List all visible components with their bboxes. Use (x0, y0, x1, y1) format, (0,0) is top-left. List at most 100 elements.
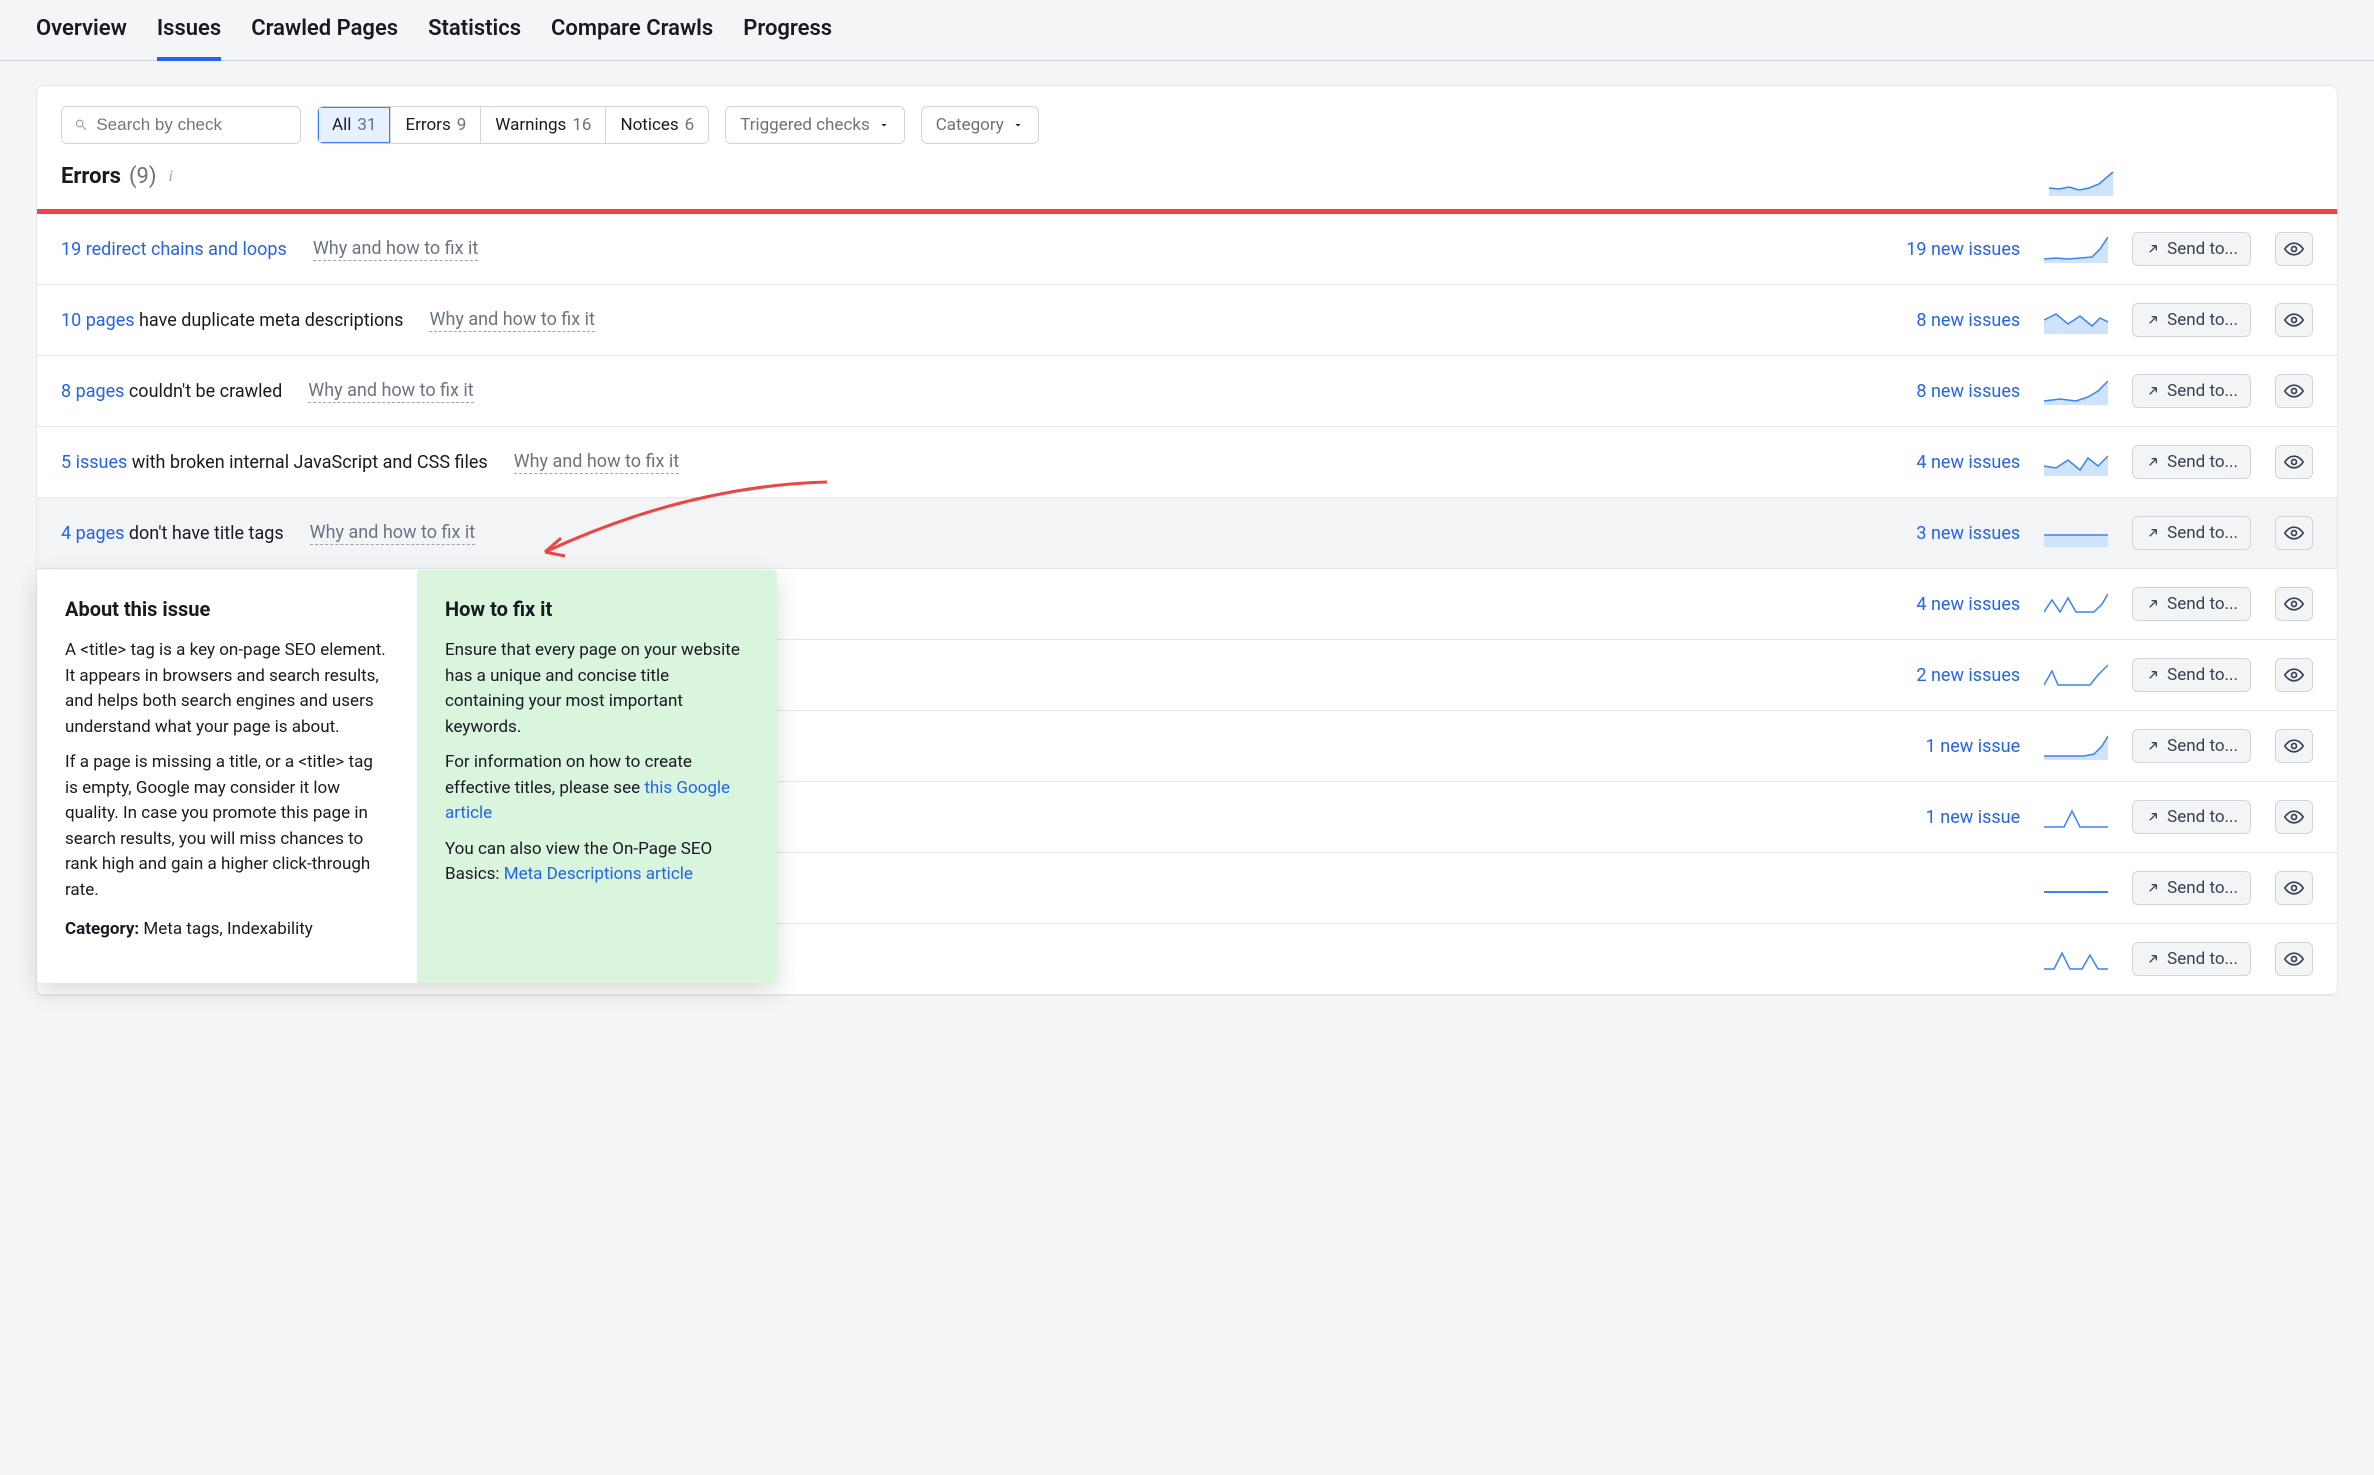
eye-icon (2284, 239, 2304, 259)
fix-paragraph: You can also view the On-Page SEO Basics… (445, 837, 749, 888)
pill-errors[interactable]: Errors9 (391, 107, 481, 143)
pill-notices[interactable]: Notices6 (606, 107, 708, 143)
send-to-button[interactable]: Send to... (2132, 587, 2251, 621)
issue-cell: 8 pages couldn't be crawledWhy and how t… (61, 380, 1866, 403)
send-to-button[interactable]: Send to... (2132, 374, 2251, 408)
meta-descriptions-link[interactable]: Meta Descriptions article (504, 864, 693, 884)
section-header: Errors (9) i (37, 164, 2337, 209)
send-to-button[interactable]: Send to... (2132, 871, 2251, 905)
sparkline-icon (2044, 945, 2108, 973)
issue-desc: with broken internal JavaScript and CSS … (127, 452, 487, 473)
about-column: About this issue A <title> tag is a key … (37, 570, 417, 983)
eye-icon (2284, 949, 2304, 969)
visibility-button[interactable] (2275, 729, 2313, 763)
eye-icon (2284, 807, 2304, 827)
search-input[interactable] (96, 115, 288, 135)
visibility-button[interactable] (2275, 232, 2313, 266)
about-paragraph: A <title> tag is a key on-page SEO eleme… (65, 638, 389, 740)
tab-progress[interactable]: Progress (743, 0, 832, 60)
send-to-button[interactable]: Send to... (2132, 800, 2251, 834)
issue-link[interactable]: 8 pages (61, 381, 124, 402)
issue-link[interactable]: 4 pages (61, 523, 124, 544)
pill-warnings[interactable]: Warnings16 (481, 107, 606, 143)
sparkline-icon (2044, 377, 2108, 405)
tab-bar: Overview Issues Crawled Pages Statistics… (0, 0, 2374, 61)
send-to-button[interactable]: Send to... (2132, 232, 2251, 266)
fix-paragraph: Ensure that every page on your website h… (445, 638, 749, 740)
sparkline-icon (2044, 874, 2108, 902)
sparkline-icon (2045, 168, 2117, 196)
filter-pills: All31 Errors9 Warnings16 Notices6 (317, 106, 709, 144)
new-issues-link[interactable]: 1 new issue (1890, 807, 2020, 828)
share-arrow-icon (2145, 241, 2161, 257)
fix-column: How to fix it Ensure that every page on … (417, 570, 777, 983)
section-title: Errors (61, 164, 121, 189)
tab-statistics[interactable]: Statistics (428, 0, 521, 60)
visibility-button[interactable] (2275, 516, 2313, 550)
visibility-button[interactable] (2275, 374, 2313, 408)
eye-icon (2284, 381, 2304, 401)
issue-link[interactable]: 19 redirect chains and loops (61, 239, 287, 260)
why-fix-link[interactable]: Why and how to fix it (313, 238, 478, 261)
sparkline-icon (2044, 803, 2108, 831)
new-issues-link[interactable]: 2 new issues (1890, 665, 2020, 686)
send-to-button[interactable]: Send to... (2132, 303, 2251, 337)
tab-compare-crawls[interactable]: Compare Crawls (551, 0, 713, 60)
tab-crawled-pages[interactable]: Crawled Pages (251, 0, 398, 60)
send-to-button[interactable]: Send to... (2132, 445, 2251, 479)
eye-icon (2284, 452, 2304, 472)
eye-icon (2284, 878, 2304, 898)
info-icon[interactable]: i (169, 168, 173, 186)
why-fix-link[interactable]: Why and how to fix it (308, 380, 473, 403)
visibility-button[interactable] (2275, 800, 2313, 834)
share-arrow-icon (2145, 454, 2161, 470)
visibility-button[interactable] (2275, 587, 2313, 621)
new-issues-link[interactable]: 4 new issues (1890, 594, 2020, 615)
search-box[interactable] (61, 106, 301, 144)
send-to-button[interactable]: Send to... (2132, 658, 2251, 692)
visibility-button[interactable] (2275, 871, 2313, 905)
issue-row: 19 redirect chains and loops Why and how … (37, 214, 2337, 285)
why-fix-link[interactable]: Why and how to fix it (514, 451, 679, 474)
sparkline-icon (2044, 732, 2108, 760)
pill-all[interactable]: All31 (318, 107, 391, 143)
visibility-button[interactable] (2275, 942, 2313, 976)
visibility-button[interactable] (2275, 303, 2313, 337)
new-issues-link[interactable]: 8 new issues (1890, 381, 2020, 402)
dropdown-category[interactable]: Category (921, 106, 1039, 144)
share-arrow-icon (2145, 312, 2161, 328)
issue-link[interactable]: 10 pages (61, 310, 135, 331)
eye-icon (2284, 736, 2304, 756)
share-arrow-icon (2145, 383, 2161, 399)
issue-link[interactable]: 5 issues (61, 452, 127, 473)
issue-row: 5 issues with broken internal JavaScript… (37, 427, 2337, 498)
visibility-button[interactable] (2275, 445, 2313, 479)
dropdown-triggered-checks[interactable]: Triggered checks (725, 106, 905, 144)
share-arrow-icon (2145, 880, 2161, 896)
new-issues-link[interactable]: 8 new issues (1890, 310, 2020, 331)
section-count: (9) (129, 164, 157, 189)
tab-issues[interactable]: Issues (157, 0, 221, 61)
issue-row: 10 pages have duplicate meta description… (37, 285, 2337, 356)
share-arrow-icon (2145, 809, 2161, 825)
new-issues-link[interactable]: 4 new issues (1890, 452, 2020, 473)
new-issues-link[interactable]: 3 new issues (1890, 523, 2020, 544)
why-fix-link[interactable]: Why and how to fix it (310, 522, 475, 545)
sparkline-icon (2044, 306, 2108, 334)
new-issues-link[interactable]: 19 new issues (1890, 239, 2020, 260)
eye-icon (2284, 594, 2304, 614)
new-issues-link[interactable]: 1 new issue (1890, 736, 2020, 757)
sparkline-icon (2044, 448, 2108, 476)
eye-icon (2284, 523, 2304, 543)
issue-cell: 10 pages have duplicate meta description… (61, 309, 1866, 332)
eye-icon (2284, 665, 2304, 685)
share-arrow-icon (2145, 738, 2161, 754)
eye-icon (2284, 310, 2304, 330)
send-to-button[interactable]: Send to... (2132, 729, 2251, 763)
about-title: About this issue (65, 594, 389, 624)
visibility-button[interactable] (2275, 658, 2313, 692)
send-to-button[interactable]: Send to... (2132, 942, 2251, 976)
send-to-button[interactable]: Send to... (2132, 516, 2251, 550)
why-fix-link[interactable]: Why and how to fix it (429, 309, 594, 332)
tab-overview[interactable]: Overview (36, 0, 127, 60)
